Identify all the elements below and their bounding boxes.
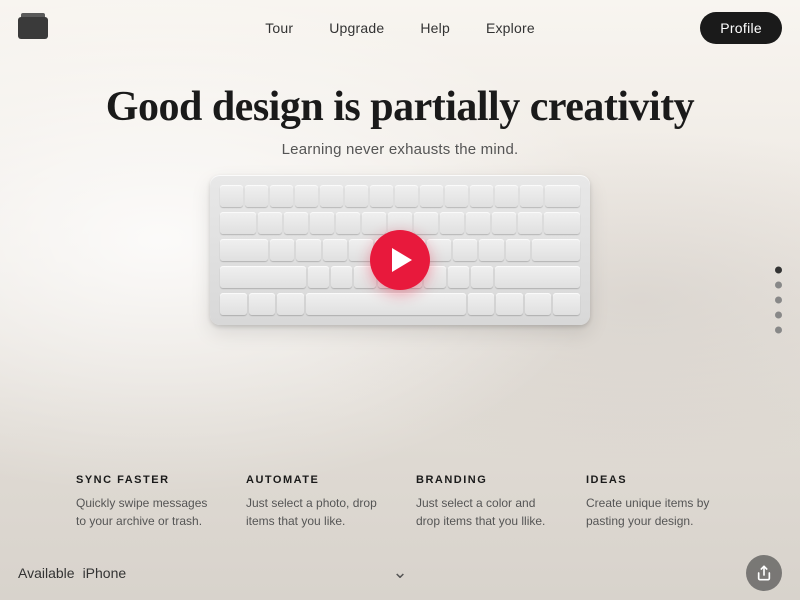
key (495, 185, 518, 207)
key (466, 212, 490, 234)
key (331, 266, 352, 288)
nav-links: Tour Upgrade Help Explore (265, 20, 535, 36)
nav-link-help[interactable]: Help (420, 20, 450, 36)
key (220, 185, 243, 207)
hero-section: Good design is partially creativity Lear… (0, 55, 800, 158)
feature-branding-title: BRANDING (416, 474, 554, 486)
nav-link-tour[interactable]: Tour (265, 20, 293, 36)
key (370, 185, 393, 207)
key (395, 185, 418, 207)
key (320, 185, 343, 207)
feature-branding-desc: Just select a color and drop items that … (416, 494, 554, 530)
key (453, 239, 477, 261)
footer: Available iPhone ⌄ (0, 545, 800, 600)
logo-icon (18, 17, 48, 39)
key (362, 212, 386, 234)
feature-sync-faster-desc: Quickly swipe messages to your archive o… (76, 494, 214, 530)
scroll-down-button[interactable]: ⌄ (392, 562, 407, 583)
share-button[interactable] (746, 555, 782, 591)
key (495, 266, 581, 288)
key (258, 212, 282, 234)
dot-4[interactable] (775, 312, 782, 319)
feature-ideas-desc: Create unique items by pasting your desi… (586, 494, 724, 530)
key (545, 185, 580, 207)
hero-title: Good design is partially creativity (106, 83, 694, 131)
feature-ideas-title: IDEAS (586, 474, 724, 486)
key (471, 266, 492, 288)
key (520, 185, 543, 207)
key (310, 212, 334, 234)
dot-3[interactable] (775, 297, 782, 304)
profile-button[interactable]: Profile (700, 12, 782, 44)
nav-link-upgrade[interactable]: Upgrade (329, 20, 384, 36)
key (414, 212, 438, 234)
key (479, 239, 503, 261)
key (277, 293, 304, 315)
key (284, 212, 308, 234)
key (518, 212, 542, 234)
key (448, 266, 469, 288)
key (532, 239, 580, 261)
key (220, 212, 256, 234)
key (470, 185, 493, 207)
available-text: Available (18, 565, 75, 581)
navigation: Tour Upgrade Help Explore Profile (0, 0, 800, 55)
features-section: SYNC FASTER Quickly swipe messages to yo… (0, 474, 800, 530)
key (308, 266, 329, 288)
video-thumbnail (210, 175, 590, 345)
share-icon (756, 565, 772, 581)
key (245, 185, 268, 207)
key (492, 212, 516, 234)
feature-automate-title: AUTOMATE (246, 474, 384, 486)
key (220, 266, 306, 288)
dot-1[interactable] (775, 267, 782, 274)
key (468, 293, 495, 315)
key (345, 185, 368, 207)
dot-2[interactable] (775, 282, 782, 289)
key (427, 239, 451, 261)
hero-subtitle: Learning never exhausts the mind. (282, 141, 519, 158)
logo[interactable] (18, 17, 48, 39)
play-icon (392, 248, 412, 272)
key (295, 185, 318, 207)
key (553, 293, 580, 315)
key (220, 293, 247, 315)
spacebar-key (306, 293, 466, 315)
key (420, 185, 443, 207)
key (270, 185, 293, 207)
nav-link-explore[interactable]: Explore (486, 20, 535, 36)
key (220, 239, 268, 261)
feature-sync-faster-title: SYNC FASTER (76, 474, 214, 486)
play-button[interactable] (370, 230, 430, 290)
key (544, 212, 580, 234)
key (445, 185, 468, 207)
key (249, 293, 276, 315)
key (440, 212, 464, 234)
footer-available: Available iPhone (18, 565, 126, 581)
key (296, 239, 320, 261)
pagination-dots (775, 267, 782, 334)
platform-text: iPhone (83, 565, 127, 581)
feature-sync-faster: SYNC FASTER Quickly swipe messages to yo… (60, 474, 230, 530)
dot-5[interactable] (775, 327, 782, 334)
key (270, 239, 294, 261)
feature-ideas: IDEAS Create unique items by pasting you… (570, 474, 740, 530)
key (336, 212, 360, 234)
feature-automate: AUTOMATE Just select a photo, drop items… (230, 474, 400, 530)
feature-automate-desc: Just select a photo, drop items that you… (246, 494, 384, 530)
key (323, 239, 347, 261)
feature-branding: BRANDING Just select a color and drop it… (400, 474, 570, 530)
key (496, 293, 523, 315)
key (525, 293, 552, 315)
key (506, 239, 530, 261)
